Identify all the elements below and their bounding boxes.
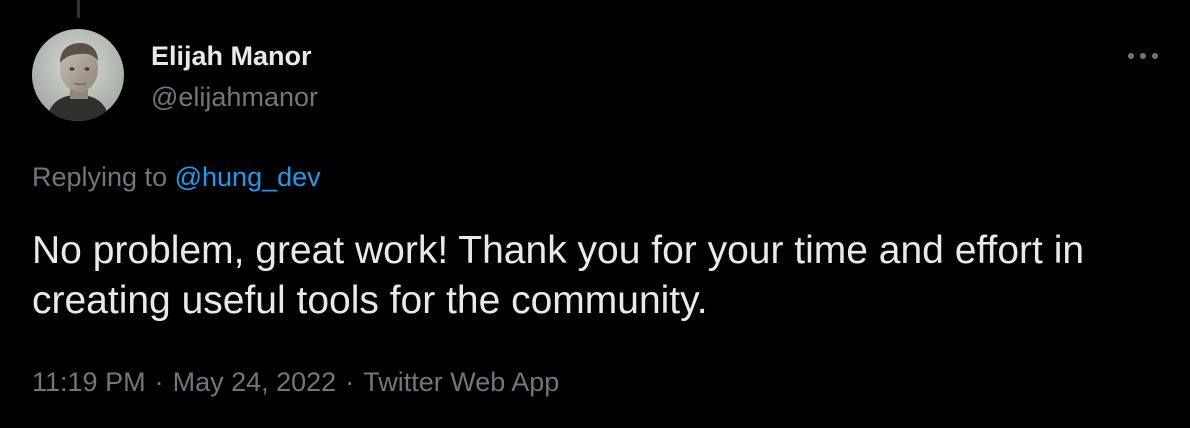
tweet-source-link[interactable]: Twitter Web App — [363, 367, 559, 398]
more-options-button[interactable] — [1121, 43, 1165, 69]
avatar[interactable] — [32, 29, 124, 121]
tweet-date-link[interactable]: May 24, 2022 — [173, 367, 337, 398]
author-display-name[interactable]: Elijah Manor — [151, 41, 312, 72]
avatar-image — [32, 29, 124, 121]
tweet-text: No problem, great work! Thank you for yo… — [32, 229, 1085, 322]
replying-to-line: Replying to @hung_dev — [32, 162, 321, 193]
author-handle[interactable]: @elijahmanor — [151, 82, 318, 113]
tweet-time-link[interactable]: 11:19 PM — [32, 367, 146, 398]
replying-to-label: Replying to — [32, 162, 168, 192]
thread-connector-line — [77, 0, 80, 18]
meta-separator: · — [154, 367, 164, 397]
more-horizontal-icon — [1128, 53, 1158, 59]
reply-target-link[interactable]: @hung_dev — [175, 162, 321, 192]
tweet-metadata: 11:19 PM · May 24, 2022 · Twitter Web App — [32, 367, 559, 398]
meta-separator: · — [345, 367, 355, 397]
